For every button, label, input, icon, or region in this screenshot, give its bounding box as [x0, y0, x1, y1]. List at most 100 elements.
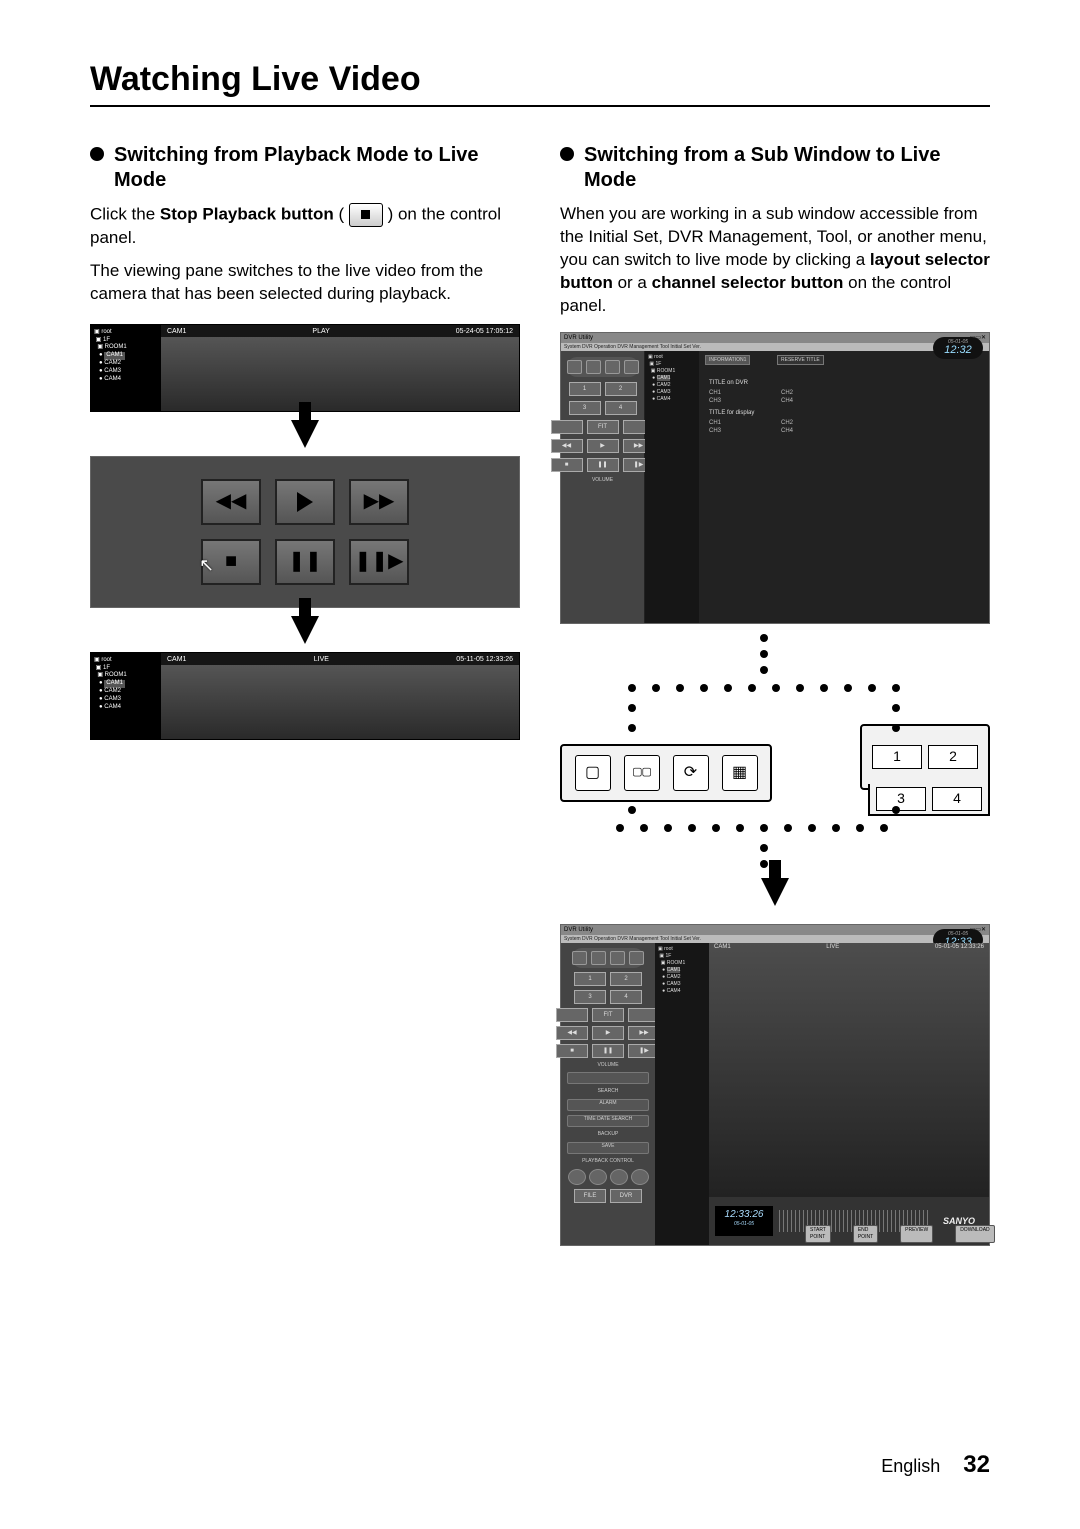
- play-button[interactable]: [275, 479, 335, 525]
- endpoint-button[interactable]: END POINT: [853, 1225, 878, 1243]
- layout-1-icon[interactable]: ▢: [575, 755, 611, 791]
- language-label: English: [881, 1456, 940, 1476]
- t: CAM2: [104, 360, 121, 366]
- btn[interactable]: ◀◀: [556, 1026, 588, 1040]
- file-button[interactable]: FILE: [574, 1189, 606, 1203]
- t: root: [664, 946, 673, 952]
- camera-tree: ▣ root ▣ 1F ▣ ROOM1 ● CAM1 ● CAM2 ● CAM3…: [655, 943, 709, 1245]
- t: CAM1: [667, 967, 681, 973]
- btn[interactable]: FIT: [587, 420, 619, 434]
- t: root: [101, 329, 111, 335]
- fastfwd-button[interactable]: ▶▶: [349, 479, 409, 525]
- t: CH2: [781, 389, 793, 397]
- preview-button[interactable]: PREVIEW: [900, 1225, 933, 1243]
- right-heading: Switching from a Sub Window to Live Mode: [584, 143, 990, 193]
- btn[interactable]: ■: [551, 458, 583, 472]
- btn[interactable]: [556, 1008, 588, 1022]
- t: ROOM1: [105, 672, 127, 678]
- pause-button[interactable]: ❚❚: [275, 539, 335, 585]
- t: 05-11-05 12:33:26: [456, 655, 513, 663]
- volume-slider[interactable]: [567, 1072, 649, 1084]
- layout-selector[interactable]: [572, 948, 644, 968]
- btn[interactable]: ■: [556, 1044, 588, 1058]
- t: channel selector button: [652, 273, 844, 292]
- ch-2-button[interactable]: 2: [928, 745, 978, 769]
- callout: [[200,10],[200,26],[200,42],[68,60],[92,…: [560, 624, 990, 924]
- t: CAM1: [657, 375, 671, 381]
- ch-button[interactable]: 3: [569, 401, 601, 415]
- btn[interactable]: ❚❚: [592, 1044, 624, 1058]
- main-pane: 05-01-05 12:33 CAM1 LIVE 05-01-05 12:33:…: [709, 943, 989, 1245]
- ch-button[interactable]: 1: [574, 972, 606, 986]
- dot-icon: [856, 824, 864, 832]
- reserve-tab[interactable]: RESERVE TITLE: [777, 355, 824, 366]
- dot-icon: [784, 824, 792, 832]
- dot-icon: [688, 824, 696, 832]
- t: CAM1: [104, 352, 125, 360]
- live-video: CAM1 LIVE 05-01-05 12:33:26: [709, 943, 989, 1197]
- ch-button[interactable]: 3: [574, 990, 606, 1004]
- playback-knob[interactable]: [568, 1169, 649, 1185]
- t: CAM1: [167, 327, 186, 335]
- t: CAM4: [104, 376, 121, 382]
- right-p1: When you are working in a sub window acc…: [560, 203, 990, 318]
- timedate-search-button[interactable]: TIME DATE SEARCH: [567, 1115, 649, 1127]
- alarm-button[interactable]: ALARM: [567, 1099, 649, 1111]
- btn[interactable]: FIT: [592, 1008, 624, 1022]
- t: 1F: [666, 953, 672, 959]
- ch-3-button[interactable]: 3: [876, 787, 926, 811]
- ch-button[interactable]: 1: [569, 382, 601, 396]
- layout-selector-zoom: ▢ ▢▢ ⟳ ▦: [560, 744, 772, 802]
- layout-rotate-icon[interactable]: ⟳: [673, 755, 709, 791]
- t: 1F: [656, 361, 662, 367]
- ch-button[interactable]: 4: [605, 401, 637, 415]
- ch-4-button[interactable]: 4: [932, 787, 982, 811]
- layout-4-icon[interactable]: ▦: [722, 755, 758, 791]
- btn[interactable]: ▶: [587, 439, 619, 453]
- btn[interactable]: ▶: [592, 1026, 624, 1040]
- dot-icon: [892, 684, 900, 692]
- camera-tree: ▣ root ▣ 1F ▣ ROOM1 ● CAM1 ● CAM2 ● CAM3…: [91, 325, 161, 411]
- save-button[interactable]: SAVE: [567, 1142, 649, 1154]
- info-tab[interactable]: INFORMATION1: [705, 355, 750, 366]
- left-heading: Switching from Playback Mode to Live Mod…: [114, 143, 520, 193]
- t: CAM4: [104, 704, 121, 710]
- dot-icon: [796, 684, 804, 692]
- dot-icon: [808, 824, 816, 832]
- t: ROOM1: [667, 960, 685, 966]
- dot-icon: [760, 666, 768, 674]
- dot-icon: [628, 684, 636, 692]
- dot-icon: [700, 684, 708, 692]
- btn[interactable]: ◀◀: [551, 439, 583, 453]
- arrow-down-icon: [291, 420, 319, 448]
- t: CAM2: [667, 974, 681, 980]
- app-window-info: DVR Utility▭▭✕ System DVR Operation DVR …: [560, 332, 990, 624]
- bullet-icon: [90, 147, 104, 161]
- t: CAM3: [667, 981, 681, 987]
- btn[interactable]: ❚❚: [587, 458, 619, 472]
- t: LIVE: [826, 943, 839, 953]
- layout-pip-icon[interactable]: ▢▢: [624, 755, 660, 791]
- t: TITLE on DVR: [709, 379, 979, 387]
- t: root: [654, 354, 663, 360]
- left-p2: The viewing pane switches to the live vi…: [90, 260, 520, 306]
- dot-icon: [844, 684, 852, 692]
- layout-selector[interactable]: [567, 357, 639, 377]
- ch-button[interactable]: 4: [610, 990, 642, 1004]
- video-header: CAM1 PLAY 05-24-05 17:05:12: [161, 325, 519, 337]
- t: 12:32: [944, 345, 972, 356]
- ch-button[interactable]: 2: [605, 382, 637, 396]
- rewind-button[interactable]: ◀◀: [201, 479, 261, 525]
- dot-icon: [760, 650, 768, 658]
- dvr-button[interactable]: DVR: [610, 1189, 642, 1203]
- ch-button[interactable]: 2: [610, 972, 642, 986]
- step-button[interactable]: ❚❚▶: [349, 539, 409, 585]
- label: VOLUME: [592, 477, 613, 484]
- t: CAM2: [104, 688, 121, 694]
- startpoint-button[interactable]: START POINT: [805, 1225, 831, 1243]
- ch-1-button[interactable]: 1: [872, 745, 922, 769]
- download-button[interactable]: DOWNLOAD: [955, 1225, 994, 1243]
- btn[interactable]: [551, 420, 583, 434]
- label: SEARCH: [598, 1088, 619, 1095]
- dot-icon: [772, 684, 780, 692]
